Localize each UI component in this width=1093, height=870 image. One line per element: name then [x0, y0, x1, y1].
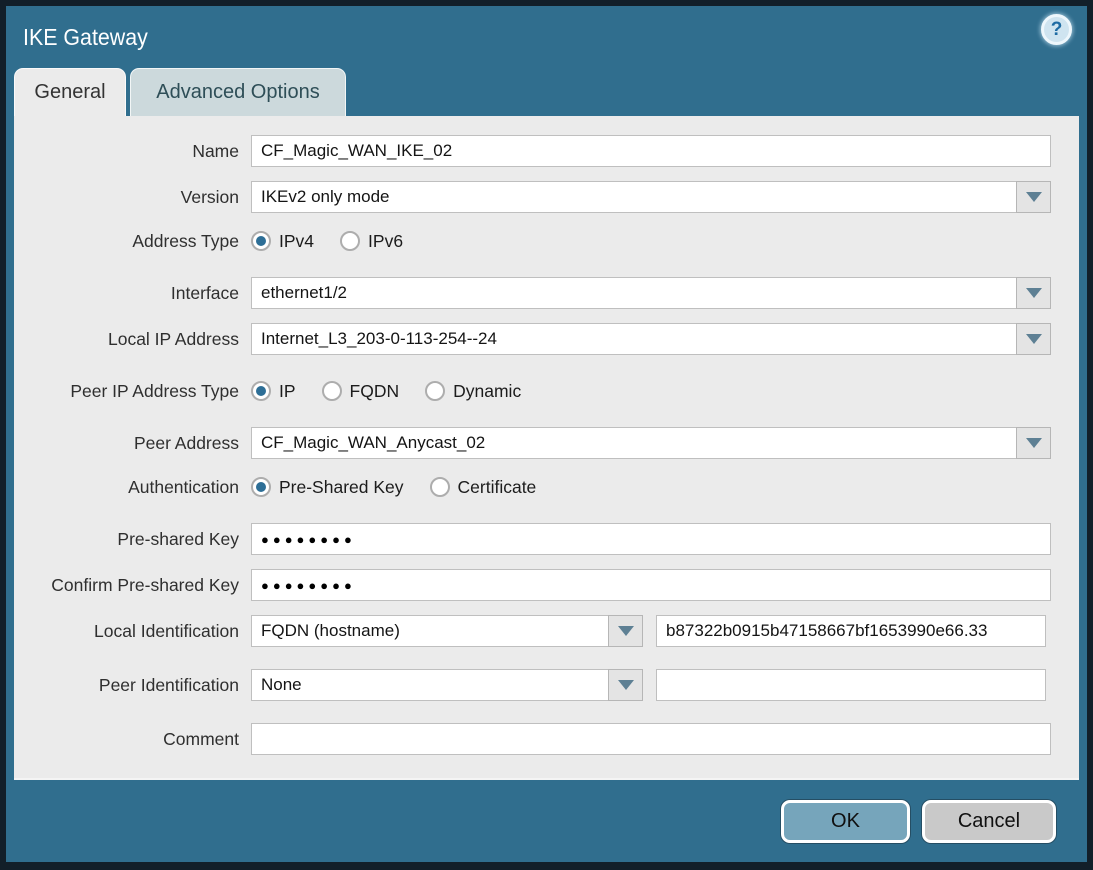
comment-row: Comment [14, 723, 1079, 755]
chevron-down-icon [618, 680, 634, 690]
radio-ipv6-label[interactable]: IPv6 [368, 231, 403, 252]
version-row: Version IKEv2 only mode [14, 181, 1079, 213]
local-identification-value-input[interactable]: b87322b0915b47158667bf1653990e66.33 [656, 615, 1046, 647]
peer-address-label: Peer Address [14, 433, 251, 454]
peer-address-select[interactable]: CF_Magic_WAN_Anycast_02 [251, 427, 1051, 459]
local-identification-label: Local Identification [14, 621, 251, 642]
peer-identification-value-input[interactable] [656, 669, 1046, 701]
authentication-label: Authentication [14, 477, 251, 498]
chevron-down-icon [1026, 288, 1042, 298]
confirm-pre-shared-key-input[interactable]: ●●●●●●●● [251, 569, 1051, 601]
peer-identification-dropdown-button[interactable] [608, 669, 643, 701]
authentication-radiogroup: Pre-Shared Key Certificate [251, 477, 562, 498]
interface-dropdown-button[interactable] [1016, 277, 1051, 309]
radio-pre-shared-key-label[interactable]: Pre-Shared Key [279, 477, 404, 498]
version-select[interactable]: IKEv2 only mode [251, 181, 1051, 213]
radio-pre-shared-key-selected[interactable] [251, 477, 271, 497]
radio-certificate-unselected[interactable] [430, 477, 450, 497]
interface-select[interactable]: ethernet1/2 [251, 277, 1051, 309]
radio-ip-label[interactable]: IP [279, 381, 296, 402]
tab-advanced-options[interactable]: Advanced Options [130, 68, 346, 116]
ike-gateway-dialog: IKE Gateway ? General Advanced Options N… [6, 6, 1087, 862]
radio-option-fqdn[interactable]: FQDN [322, 381, 400, 402]
interface-select-value[interactable]: ethernet1/2 [251, 277, 1017, 309]
address-type-row: Address Type IPv4 IPv6 [14, 227, 1079, 255]
peer-identification-select[interactable]: None [251, 669, 643, 701]
radio-ipv4-label[interactable]: IPv4 [279, 231, 314, 252]
help-icon[interactable]: ? [1041, 14, 1072, 45]
confirm-pre-shared-key-label: Confirm Pre-shared Key [14, 575, 251, 596]
dialog-title: IKE Gateway [23, 24, 148, 51]
name-row: Name CF_Magic_WAN_IKE_02 [14, 135, 1079, 167]
radio-option-pre-shared-key[interactable]: Pre-Shared Key [251, 477, 404, 498]
peer-address-dropdown-button[interactable] [1016, 427, 1051, 459]
radio-dynamic-label[interactable]: Dynamic [453, 381, 521, 402]
version-dropdown-button[interactable] [1016, 181, 1051, 213]
authentication-row: Authentication Pre-Shared Key Certificat… [14, 473, 1079, 501]
radio-dynamic-unselected[interactable] [425, 381, 445, 401]
local-ip-address-dropdown-button[interactable] [1016, 323, 1051, 355]
ok-button[interactable]: OK [781, 800, 910, 843]
interface-row: Interface ethernet1/2 [14, 277, 1079, 309]
radio-option-dynamic[interactable]: Dynamic [425, 381, 521, 402]
local-ip-address-select-value[interactable]: Internet_L3_203-0-113-254--24 [251, 323, 1017, 355]
tab-bar: General Advanced Options [14, 68, 1087, 116]
radio-ipv4-selected[interactable] [251, 231, 271, 251]
local-ip-address-select[interactable]: Internet_L3_203-0-113-254--24 [251, 323, 1051, 355]
chevron-down-icon [1026, 438, 1042, 448]
address-type-radiogroup: IPv4 IPv6 [251, 231, 429, 252]
peer-address-row: Peer Address CF_Magic_WAN_Anycast_02 [14, 427, 1079, 459]
dialog-frame: IKE Gateway ? General Advanced Options N… [0, 0, 1093, 870]
comment-input[interactable] [251, 723, 1051, 755]
name-input[interactable]: CF_Magic_WAN_IKE_02 [251, 135, 1051, 167]
general-tab-panel: Name CF_Magic_WAN_IKE_02 Version IKEv2 o… [14, 116, 1079, 780]
radio-certificate-label[interactable]: Certificate [458, 477, 537, 498]
dialog-footer: OK Cancel [6, 780, 1087, 862]
peer-identification-label: Peer Identification [14, 675, 251, 696]
version-label: Version [14, 187, 251, 208]
peer-identification-row: Peer Identification None [14, 669, 1079, 701]
version-select-value[interactable]: IKEv2 only mode [251, 181, 1017, 213]
local-identification-row: Local Identification FQDN (hostname) b87… [14, 615, 1079, 647]
peer-address-select-value[interactable]: CF_Magic_WAN_Anycast_02 [251, 427, 1017, 459]
local-identification-dropdown-button[interactable] [608, 615, 643, 647]
radio-option-ip[interactable]: IP [251, 381, 296, 402]
radio-fqdn-unselected[interactable] [322, 381, 342, 401]
peer-ip-address-type-radiogroup: IP FQDN Dynamic [251, 381, 547, 402]
radio-option-certificate[interactable]: Certificate [430, 477, 537, 498]
chevron-down-icon [1026, 192, 1042, 202]
interface-label: Interface [14, 283, 251, 304]
local-identification-select[interactable]: FQDN (hostname) [251, 615, 643, 647]
radio-option-ipv4[interactable]: IPv4 [251, 231, 314, 252]
local-identification-select-value[interactable]: FQDN (hostname) [251, 615, 609, 647]
chevron-down-icon [1026, 334, 1042, 344]
radio-ipv6-unselected[interactable] [340, 231, 360, 251]
local-ip-address-label: Local IP Address [14, 329, 251, 350]
pre-shared-key-label: Pre-shared Key [14, 529, 251, 550]
tab-general[interactable]: General [14, 68, 126, 116]
radio-ip-selected[interactable] [251, 381, 271, 401]
chevron-down-icon [618, 626, 634, 636]
help-glyph: ? [1051, 19, 1063, 41]
cancel-button[interactable]: Cancel [922, 800, 1056, 843]
name-label: Name [14, 141, 251, 162]
peer-ip-address-type-row: Peer IP Address Type IP FQDN [14, 377, 1079, 405]
address-type-label: Address Type [14, 231, 251, 252]
pre-shared-key-row: Pre-shared Key ●●●●●●●● [14, 523, 1079, 555]
peer-ip-address-type-label: Peer IP Address Type [14, 381, 251, 402]
title-bar: IKE Gateway ? [6, 6, 1087, 68]
comment-label: Comment [14, 729, 251, 750]
radio-fqdn-label[interactable]: FQDN [350, 381, 400, 402]
pre-shared-key-input[interactable]: ●●●●●●●● [251, 523, 1051, 555]
peer-identification-select-value[interactable]: None [251, 669, 609, 701]
local-ip-address-row: Local IP Address Internet_L3_203-0-113-2… [14, 323, 1079, 355]
radio-option-ipv6[interactable]: IPv6 [340, 231, 403, 252]
confirm-pre-shared-key-row: Confirm Pre-shared Key ●●●●●●●● [14, 569, 1079, 601]
